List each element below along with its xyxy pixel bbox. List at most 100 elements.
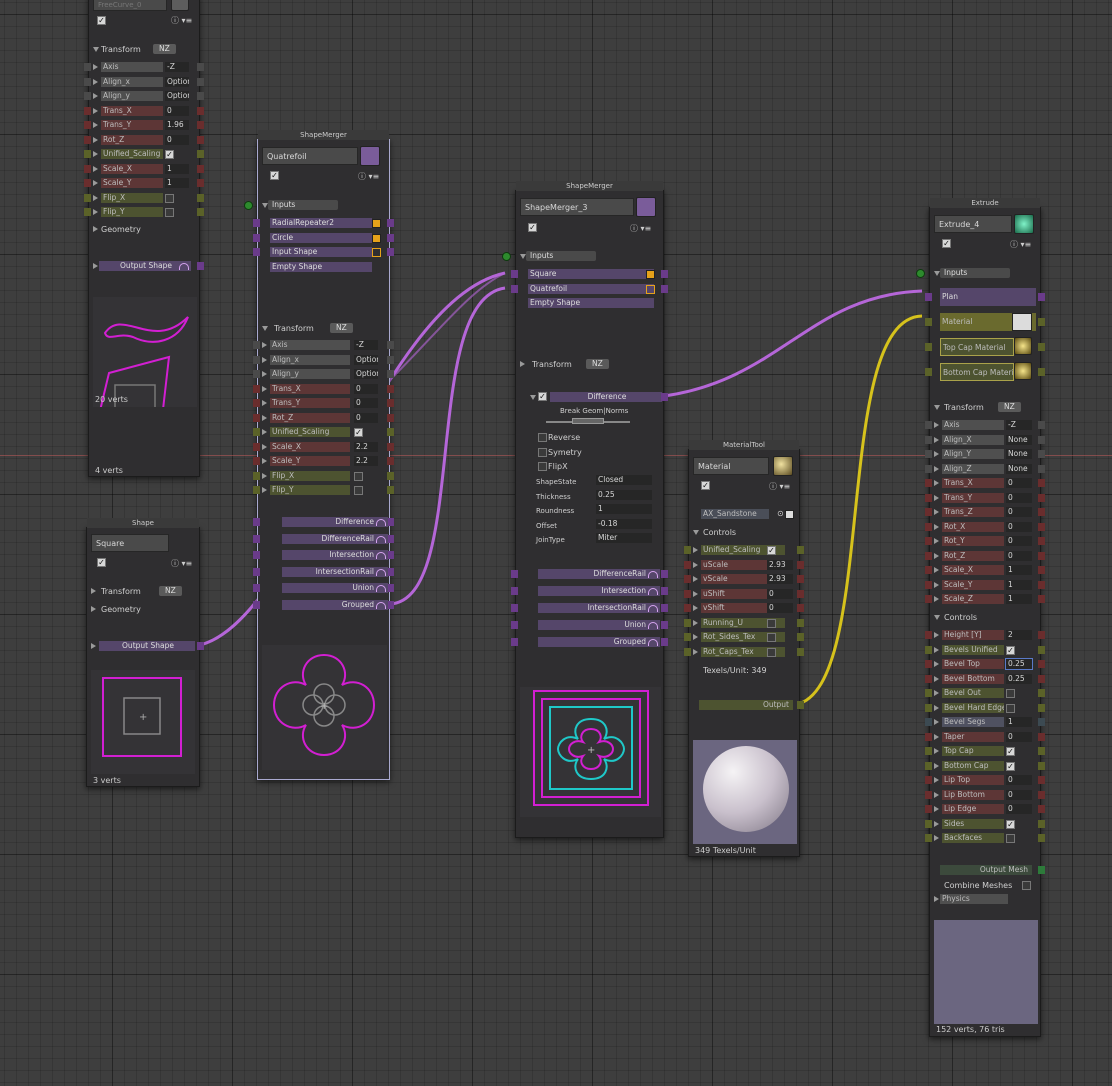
property-checkbox[interactable]: ✓ — [1006, 689, 1015, 698]
node-name-field[interactable]: Quatrefoil — [262, 147, 358, 165]
property-row[interactable]: Thickness 0.25 — [518, 489, 661, 501]
undefined[interactable]: DifferenceRail — [253, 533, 394, 545]
property-row[interactable]: Flip_X✓ — [84, 192, 204, 204]
property-row[interactable]: Scale_X 1 — [84, 163, 204, 175]
property-value[interactable]: 0 — [1006, 478, 1032, 488]
property-checkbox[interactable]: ✓ — [1006, 747, 1015, 756]
transform-header[interactable]: Transform — [101, 586, 141, 598]
property-row[interactable]: Rot_Z 0 — [253, 412, 394, 424]
property-row[interactable]: Bevels Unified ✓ — [925, 644, 1045, 656]
property-value[interactable]: 0 — [1006, 804, 1032, 814]
node-name-field[interactable]: Material — [693, 457, 769, 475]
property-value[interactable]: 0 — [354, 383, 378, 394]
property-row[interactable]: Trans_Y 0 — [925, 492, 1045, 504]
property-value[interactable]: None — [1006, 463, 1032, 474]
property-value[interactable]: None — [1006, 449, 1032, 459]
transform-header[interactable]: Transform — [532, 359, 572, 371]
property-row[interactable]: Flip_Y✓ — [253, 484, 394, 496]
output-pin[interactable] — [197, 262, 204, 270]
shapemerger-quatrefoil-node[interactable]: ShapeMerger Quatrefoil ✓ ⓘ ▾≡ Inputs Rad… — [244, 130, 394, 780]
difference-label[interactable]: Difference — [550, 392, 662, 402]
property-checkbox[interactable]: ✓ — [165, 193, 174, 203]
property-checkbox[interactable]: ✓ — [1006, 819, 1015, 829]
property-row[interactable]: Bevel Bottom 0.25 — [925, 673, 1045, 685]
undefined[interactable]: Empty Shape — [518, 297, 661, 309]
property-value[interactable]: Option — [354, 354, 378, 365]
node-name-field[interactable]: ShapeMerger_3 — [520, 198, 634, 216]
property-row[interactable]: Unified_Scaling ✓ — [684, 544, 804, 556]
property-value[interactable]: Option — [165, 91, 189, 101]
add-input-icon[interactable] — [916, 269, 925, 278]
property-row[interactable]: Flip_Y✓ — [84, 206, 204, 218]
property-row[interactable]: Offset -0.18 — [518, 518, 661, 530]
property-value[interactable]: 0 — [1006, 789, 1032, 800]
plan-input[interactable]: Plan — [940, 288, 1036, 306]
shapemerger-3-node[interactable]: ShapeMerger ShapeMerger_3 ✓ ⓘ ▾≡ Inputs … — [502, 181, 668, 838]
property-row[interactable]: Top Cap ✓ — [925, 745, 1045, 757]
plan-pin[interactable] — [925, 293, 932, 301]
property-row[interactable]: Align_xOption — [84, 76, 204, 88]
property-row[interactable]: JoinType Miter — [518, 532, 661, 544]
break-slider[interactable] — [546, 418, 630, 424]
property-row[interactable]: Bevel Top 0.25 — [925, 658, 1045, 670]
undefined[interactable]: Difference — [253, 516, 394, 528]
property-value[interactable]: Closed — [596, 475, 652, 485]
undefined[interactable]: DifferenceRail — [511, 568, 668, 580]
property-value[interactable]: 0 — [165, 134, 189, 145]
property-row[interactable]: Trans_Z 0 — [925, 506, 1045, 518]
property-row[interactable]: Rot_Y 0 — [925, 535, 1045, 547]
node-name-field[interactable]: Extrude_4 — [934, 215, 1012, 233]
top-cap-material-input[interactable]: Top Cap Material — [940, 338, 1014, 356]
shape-node[interactable]: Shape Square ✓ ⓘ ▾≡ Transform NZ Geometry… — [86, 518, 204, 787]
property-row[interactable]: Scale_Z 1 — [925, 593, 1045, 605]
property-row[interactable]: Scale_Y 2.2 — [253, 455, 394, 467]
property-row[interactable]: Rot_X 0 — [925, 521, 1045, 533]
property-row[interactable]: Bevel Hard Edge✓ — [925, 702, 1045, 714]
property-row[interactable]: Align_y Option — [253, 368, 394, 380]
property-row[interactable]: Backfaces✓ — [925, 832, 1045, 844]
property-row[interactable]: Lip Edge 0 — [925, 803, 1045, 815]
property-checkbox[interactable]: ✓ — [354, 428, 363, 437]
property-row[interactable]: Height [Y] 2 — [925, 629, 1045, 641]
property-checkbox[interactable]: ✓ — [354, 486, 363, 495]
property-row[interactable]: Rot_Z 0 — [925, 550, 1045, 562]
combine-meshes-checkbox[interactable] — [1022, 881, 1031, 890]
property-value[interactable]: 0 — [1006, 731, 1032, 742]
sandstone-field[interactable]: AX_Sandstone — [701, 509, 769, 519]
property-checkbox[interactable]: ✓ — [767, 633, 776, 642]
property-value[interactable]: Option — [165, 76, 189, 87]
property-value[interactable]: -Z — [354, 340, 378, 350]
undefined[interactable]: Empty Shape — [260, 261, 387, 273]
property-row[interactable]: Unified_Scaling ✓ — [253, 426, 394, 438]
undefined[interactable]: IntersectionRail — [511, 602, 668, 614]
property-value[interactable]: -Z — [165, 62, 189, 72]
property-value[interactable]: 1 — [165, 178, 189, 188]
undefined[interactable]: Quatrefoil — [511, 283, 668, 295]
output-shape-label[interactable]: Output Shape — [99, 641, 195, 651]
material-sphere-icon[interactable] — [773, 456, 793, 476]
menu-icon[interactable]: ⓘ ▾≡ — [1010, 239, 1031, 250]
property-value[interactable]: 1 — [1006, 594, 1032, 604]
property-value[interactable]: 0 — [1006, 492, 1032, 503]
property-value[interactable]: 2 — [1006, 630, 1032, 640]
property-row[interactable]: uScale 2.93 — [684, 559, 804, 571]
property-value[interactable]: 2.2 — [354, 456, 378, 466]
property-row[interactable]: Lip Top 0 — [925, 774, 1045, 786]
property-checkbox[interactable]: ✓ — [354, 471, 363, 481]
undefined[interactable]: Grouped — [511, 636, 668, 648]
property-row[interactable]: Taper 0 — [925, 731, 1045, 743]
property-row[interactable]: Trans_X 0 — [84, 105, 204, 117]
property-row[interactable]: Lip Bottom 0 — [925, 789, 1045, 801]
geometry-header[interactable]: Geometry — [101, 604, 141, 616]
undefined[interactable]: Input Shape — [253, 246, 394, 258]
bottom-cap-material-input[interactable]: Bottom Cap Material — [940, 363, 1014, 381]
enabled-checkbox[interactable]: ✓ — [97, 16, 106, 25]
output-label[interactable]: Output — [699, 700, 793, 710]
property-checkbox[interactable]: ✓ — [165, 150, 174, 159]
option-row[interactable]: Reverse — [518, 431, 661, 443]
transform-header[interactable]: Transform — [101, 44, 141, 56]
property-value[interactable]: 0 — [165, 105, 189, 116]
property-checkbox[interactable]: ✓ — [767, 546, 776, 555]
property-checkbox[interactable]: ✓ — [767, 647, 776, 657]
output-mesh-label[interactable]: Output Mesh — [940, 865, 1032, 875]
